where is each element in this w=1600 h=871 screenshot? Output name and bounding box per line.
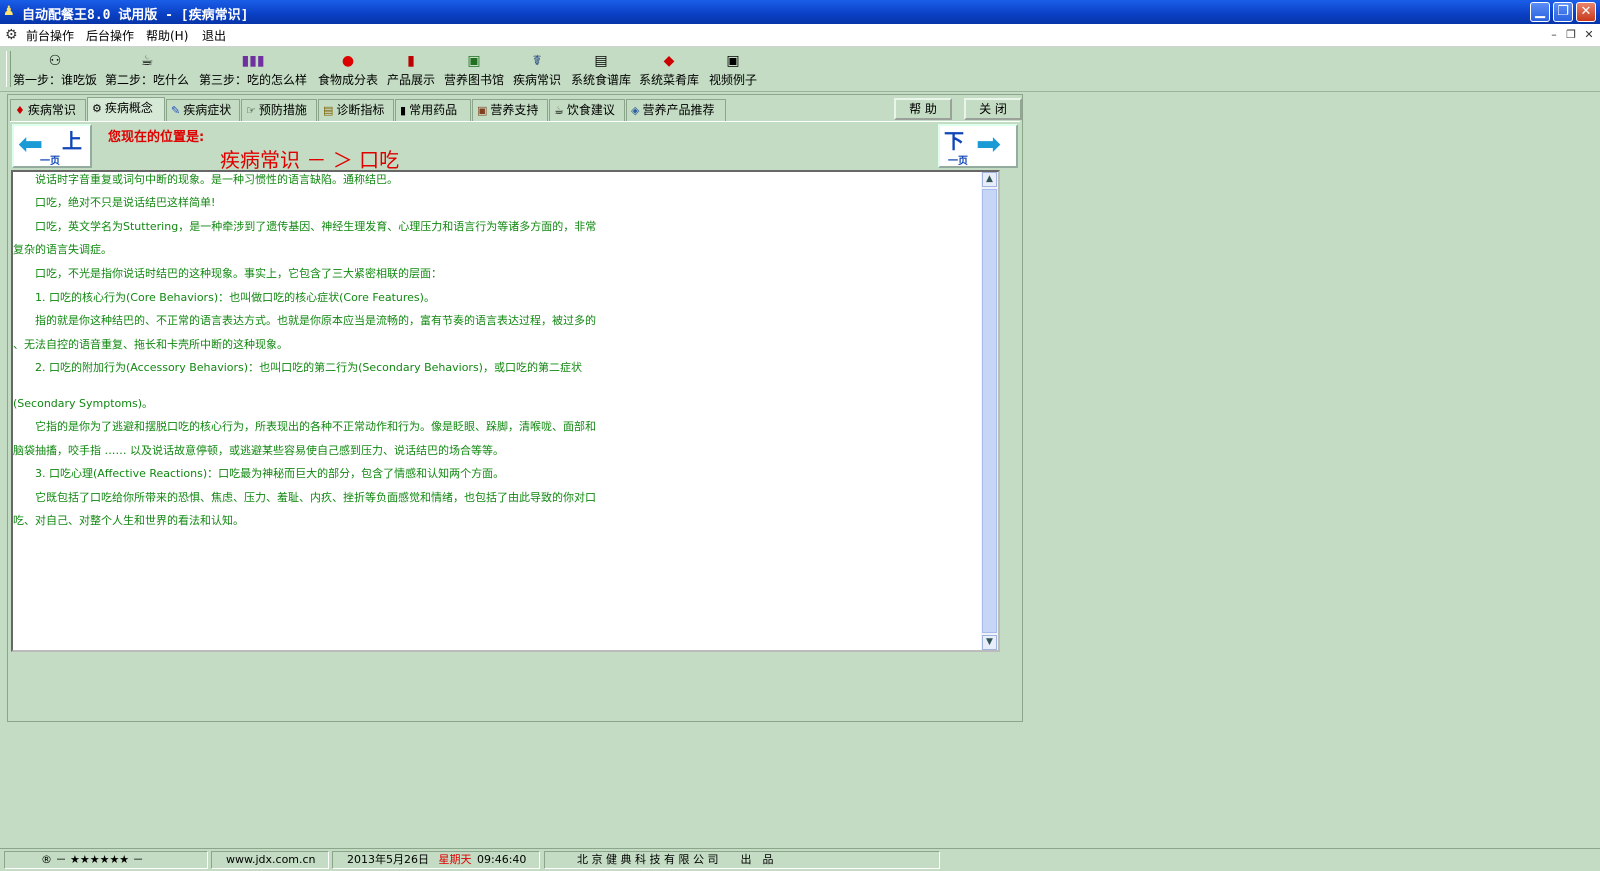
medical-icon: ☤ xyxy=(532,53,542,69)
toolbar-system-dishes-button[interactable]: ◆ 系统菜肴库 xyxy=(636,51,702,89)
window-title: 自动配餐王8.0 试用版 - [疾病常识] xyxy=(22,8,249,23)
menu-front-operations[interactable]: 前台操作 xyxy=(26,27,74,44)
bottle-icon: ▮ xyxy=(407,53,415,69)
toolbar-product-showcase-button[interactable]: ▮ 产品展示 xyxy=(384,51,438,89)
toolbar-how-eaten-button[interactable]: ▮▮▮ 第三步：吃的怎么样 xyxy=(197,51,309,89)
status-time: 09:46:40 xyxy=(477,853,527,866)
location-path: 疾病常识 － ＞ 口吃 xyxy=(220,148,400,172)
article-line: 口吃，英文学名为Stuttering，是一种牵涉到了遗传基因、神经生理发育、心理… xyxy=(13,220,597,233)
next-page-button[interactable]: 下 一页 ➡ xyxy=(938,124,1018,168)
article-line: 口吃，绝对不只是说话结巴这样简单! xyxy=(13,196,216,209)
status-datetime: 2013年5月26日 星期天 09:46:40 xyxy=(332,851,540,869)
tab-disease-symptoms[interactable]: ✎ 疾病症状 xyxy=(166,99,240,121)
status-bar: ® － ★★★★★★ － www.jdx.com.cn 2013年5月26日 星… xyxy=(0,848,1600,871)
article-line: 复杂的语言失调症。 xyxy=(13,243,112,256)
bars-icon: ▮▮▮ xyxy=(241,53,265,69)
tab-strip: ♦ 疾病常识 ⚙ 疾病概念 ✎ 疾病症状 ☞ 预防措施 ▤ 诊断指标 ▮ 常用药品 ▣ 营养支… xyxy=(8,97,1024,122)
article-line: 说话时字音重复或词句中断的现象。是一种习惯性的语言缺陷。通称结巴。 xyxy=(13,173,398,186)
mdi-restore-button[interactable]: ❐ xyxy=(1564,28,1578,42)
tab-common-drugs[interactable]: ▮ 常用药品 xyxy=(395,99,471,121)
minimize-button[interactable]: ▁ xyxy=(1530,2,1550,22)
scroll-thumb[interactable] xyxy=(982,189,997,633)
tab-prevention[interactable]: ☞ 预防措施 xyxy=(241,99,317,121)
help-button[interactable]: 帮 助 xyxy=(894,98,952,120)
scroll-down-button[interactable]: ▼ xyxy=(982,635,997,650)
toolbar: ⚇ 第一步：谁吃饭 ☕ 第二步：吃什么 ▮▮▮ 第三步：吃的怎么样 ● 食物成分… xyxy=(0,47,1600,92)
toolbar-disease-knowledge-button[interactable]: ☤ 疾病常识 xyxy=(510,51,564,89)
toolbar-grip[interactable] xyxy=(6,51,11,87)
restore-button[interactable]: ❐ xyxy=(1553,2,1573,22)
books-icon: ▤ xyxy=(323,104,334,117)
article-line: 它既包括了口吃给你所带来的恐惧、焦虑、压力、羞耻、内疚、挫折等负面感觉和情绪，也… xyxy=(13,491,596,504)
cup-icon: ☕ xyxy=(554,104,564,117)
person-icon: ⚇ xyxy=(48,53,62,69)
article-line: 吃、对自己、对整个人生和世界的看法和认知。 xyxy=(13,514,244,527)
pill-icon: ▮ xyxy=(400,104,407,117)
status-website: www.jdx.com.cn xyxy=(211,851,329,869)
close-window-button[interactable]: ✕ xyxy=(1576,2,1596,22)
tab-disease-concept[interactable]: ⚙ 疾病概念 xyxy=(87,97,165,122)
toolbar-nutrition-library-button[interactable]: ▣ 营养图书馆 xyxy=(441,51,507,89)
menu-back-operations[interactable]: 后台操作 xyxy=(86,27,134,44)
disease-panel: ♦ 疾病常识 ⚙ 疾病概念 ✎ 疾病症状 ☞ 预防措施 ▤ 诊断指标 ▮ 常用药品 ▣ 营养支… xyxy=(7,94,1023,722)
tab-diagnosis-indicators[interactable]: ▤ 诊断指标 xyxy=(318,99,394,121)
article-line: 1. 口吃的核心行为(Core Behaviors)：也叫做口吃的核心症状(Co… xyxy=(13,291,435,304)
title-bar: ♟ 自动配餐王8.0 试用版 - [疾病常识] ▁ ❐ ✕ xyxy=(0,0,1600,24)
article-line: 3. 口吃心理(Affective Reactions)：口吃最为神秘而巨大的部… xyxy=(13,467,505,480)
mdi-close-button[interactable]: ✕ xyxy=(1582,28,1596,42)
tab-nutrition-products[interactable]: ◈ 营养产品推荐 xyxy=(626,99,726,121)
vertical-scrollbar[interactable]: ▲ ▼ xyxy=(981,172,998,650)
article-line: 它指的是你为了逃避和摆脱口吃的核心行为，所表现出的各种不正常动作和行为。像是眨眼… xyxy=(13,420,596,433)
mdi-minimize-button[interactable]: – xyxy=(1547,28,1561,42)
toolbar-what-to-eat-button[interactable]: ☕ 第二步：吃什么 xyxy=(104,51,190,89)
toolbar-system-recipes-button[interactable]: ▤ 系统食谱库 xyxy=(568,51,634,89)
menu-exit[interactable]: 退出 xyxy=(202,27,226,44)
dish-icon: ◆ xyxy=(663,53,675,69)
toolbar-video-examples-button[interactable]: ▣ 视频例子 xyxy=(706,51,760,89)
article-line: 口吃，不光是指你说话时结巴的这种现象。事实上，它包含了三大紧密相联的层面： xyxy=(13,267,442,280)
prev-page-button[interactable]: ⬅ 上 一页 xyxy=(12,124,92,168)
article-line: 指的就是你这种结巴的、不正常的语言表达方式。也就是你原本应当是流畅的，富有节奏的… xyxy=(13,314,596,327)
pen-icon: ✎ xyxy=(171,104,181,117)
toolbar-food-composition-button[interactable]: ● 食物成分表 xyxy=(315,51,381,89)
tab-nutrition-support[interactable]: ▣ 营养支持 xyxy=(472,99,548,121)
menu-bar: ⚙ 前台操作 后台操作 帮助(H) 退出 – ❐ ✕ xyxy=(0,24,1600,47)
app-icon: ♟ xyxy=(3,4,15,19)
article-line: 、无法自控的语音重复、拖长和卡壳所中断的这种现象。 xyxy=(13,338,288,351)
menu-help[interactable]: 帮助(H) xyxy=(146,27,188,44)
location-label: 您现在的位置是: xyxy=(108,130,205,145)
toolbar-who-eats-button[interactable]: ⚇ 第一步：谁吃饭 xyxy=(12,51,98,89)
concept-icon: ⚙ xyxy=(92,102,102,115)
article-line: 2. 口吃的附加行为(Accessory Behaviors)：也叫口吃的第二行… xyxy=(13,361,582,374)
tab-diet-advice[interactable]: ☕ 饮食建议 xyxy=(549,99,625,121)
cube-icon: ◈ xyxy=(631,104,640,117)
tab-disease-knowledge[interactable]: ♦ 疾病常识 xyxy=(10,99,86,121)
scroll-up-button[interactable]: ▲ xyxy=(982,172,997,187)
article-content[interactable]: 说话时字音重复或词句中断的现象。是一种习惯性的语言缺陷。通称结巴。 口吃，绝对不… xyxy=(11,170,1000,652)
article-line: (Secondary Symptoms)。 xyxy=(13,397,154,410)
pot-icon: ☕ xyxy=(140,53,154,69)
book-icon: ♦ xyxy=(15,104,25,117)
status-weekday: 星期天 xyxy=(438,853,472,866)
status-company: 北 京 健 典 科 技 有 限 公 司 出 品 xyxy=(544,851,940,869)
arrow-right-icon: ➡ xyxy=(976,127,1002,162)
recipe-icon: ▤ xyxy=(594,53,608,69)
close-button[interactable]: 关 闭 xyxy=(964,98,1022,120)
hand-icon: ☞ xyxy=(246,104,256,117)
apple-icon: ● xyxy=(341,53,355,69)
navigation-row: ⬅ 上 一页 您现在的位置是: 疾病常识 － ＞ 口吃 下 一页 ➡ xyxy=(10,121,1020,172)
box-icon: ▣ xyxy=(477,104,488,117)
article-line: 脑袋抽搐，咬手指 …… 以及说话故意停顿，或逃避某些容易使自己感到压力、说话结巴… xyxy=(13,444,504,457)
video-icon: ▣ xyxy=(726,53,740,69)
status-rating: ® － ★★★★★★ － xyxy=(4,851,208,869)
mdi-child-icon[interactable]: ⚙ xyxy=(5,27,18,43)
book-icon: ▣ xyxy=(467,53,481,69)
status-date: 2013年5月26日 xyxy=(347,853,429,866)
